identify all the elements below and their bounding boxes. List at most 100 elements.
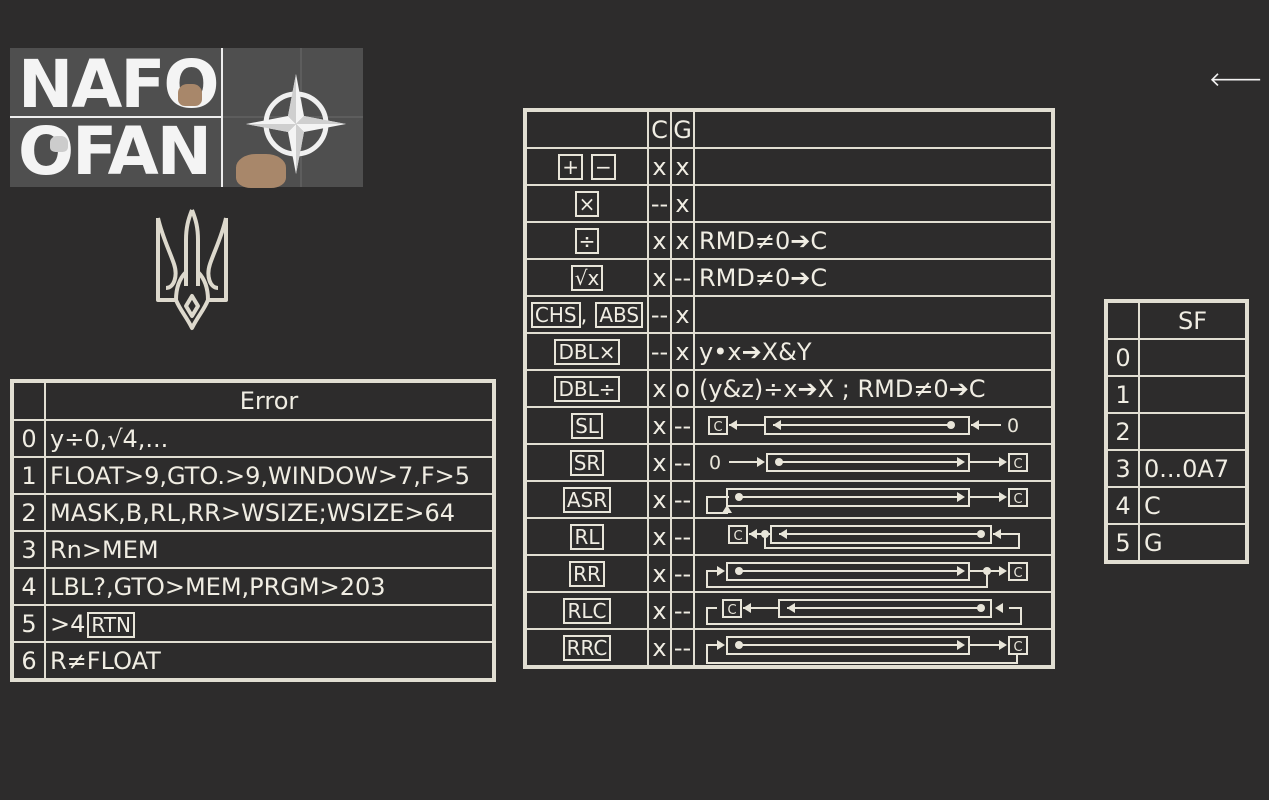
op-key-cell: CHS, ABS — [524, 295, 649, 334]
table-row: 3 Rn>MEM — [11, 530, 495, 569]
carry-flag-label: C — [1013, 566, 1022, 581]
op-note-cell: y•x➔X&Y — [693, 332, 1054, 371]
sf-value — [1138, 375, 1248, 414]
key-label: √x — [570, 264, 604, 291]
key-label: SL — [571, 412, 603, 439]
table-row: SR x -- 0 C — [524, 443, 1054, 482]
error-text: LBL?,GTO>MEM,PRGM>203 — [44, 567, 495, 606]
g-flag-cell: -- — [670, 517, 695, 556]
g-flag-cell: x — [670, 295, 695, 334]
g-flag-cell: x — [670, 184, 695, 223]
op-key-cell: DBL× — [524, 332, 649, 371]
carry-flag-label: C — [727, 603, 736, 618]
g-flag-cell: o — [670, 369, 695, 408]
error-text: y÷0,√4,... — [44, 419, 495, 458]
table-row: 0 — [1105, 338, 1248, 377]
error-index: 4 — [11, 567, 46, 606]
table-row: RRC x -- C — [524, 628, 1054, 668]
error-text: FLOAT>9,GTO.>9,WINDOW>7,F>5 — [44, 456, 495, 495]
nafo-logo: NAFO OFAN — [10, 48, 363, 188]
c-flag-cell: x — [647, 221, 672, 260]
op-note: y•x➔X&Y — [699, 337, 812, 366]
table-row: 5 >4 RTN — [11, 604, 495, 643]
table-row: 1 FLOAT>9,GTO.>9,WINDOW>7,F>5 — [11, 456, 495, 495]
table-row: 6 R≠FLOAT — [11, 641, 495, 681]
op-note: RMD≠0➔C — [699, 226, 828, 255]
sf-value: G — [1138, 523, 1248, 563]
tryzub-icon — [156, 209, 228, 330]
table-row: 2 MASK,B,RL,RR>WSIZE;WSIZE>64 — [11, 493, 495, 532]
table-header-row: C G — [524, 109, 1054, 149]
table-row: RLC x -- C — [524, 591, 1054, 630]
c-flag-cell: -- — [647, 332, 672, 371]
sf-index: 3 — [1105, 449, 1140, 488]
op-note-cell: C — [693, 554, 1054, 593]
key-label: SR — [569, 449, 605, 476]
carry-flag-label: C — [713, 420, 722, 435]
error-index: 2 — [11, 493, 46, 532]
zero-label: 0 — [1007, 415, 1019, 437]
rtn-key: RTN — [87, 611, 136, 638]
op-note-cell: C 0 — [693, 406, 1054, 445]
op-key-cell: × — [524, 184, 649, 223]
table-row: 0 y÷0,√4,... — [11, 419, 495, 458]
table-row: 3 0...0A7 — [1105, 449, 1248, 488]
carry-flag-label: C — [1013, 492, 1022, 507]
c-flag-cell: x — [647, 480, 672, 519]
error-text: R≠FLOAT — [44, 641, 495, 681]
c-flag-cell: x — [647, 628, 672, 668]
sf-value — [1138, 412, 1248, 451]
table-row: √x x -- RMD≠0➔C — [524, 258, 1054, 297]
carry-flag-label: C — [733, 529, 742, 544]
c-flag-cell: x — [647, 406, 672, 445]
asr-shift-diagram: C — [706, 487, 1028, 514]
op-key-cell: RL — [524, 517, 649, 556]
carry-flag-label: C — [1013, 457, 1022, 472]
rl-shift-diagram: C — [728, 524, 1020, 549]
c-flag-cell: x — [647, 147, 672, 186]
key-label: − — [591, 153, 616, 180]
op-note-cell: RMD≠0➔C — [693, 258, 1054, 297]
op-key-cell: DBL÷ — [524, 369, 649, 408]
op-note-cell: (y&z)÷x➔X ; RMD≠0➔C — [693, 369, 1054, 408]
g-flag-cell: -- — [670, 591, 695, 630]
key-label: RR — [569, 560, 605, 587]
key-label: DBL÷ — [554, 375, 620, 402]
sf-header: SF — [1138, 300, 1248, 340]
table-row: × -- x — [524, 184, 1054, 223]
key-label: + — [558, 153, 583, 180]
op-note-cell: 0 C — [693, 443, 1054, 482]
table-row: 1 — [1105, 375, 1248, 414]
table-row: 2 — [1105, 412, 1248, 451]
op-note: (y&z)÷x➔X ; RMD≠0➔C — [699, 374, 986, 403]
column-g-header: G — [670, 109, 695, 149]
sr-shift-diagram: 0 C — [709, 452, 1028, 474]
operations-table: C G + − x x × -- x ÷ x x RMD≠0➔C √x x -- RMD≠0➔C CHS, AB… — [523, 108, 1055, 669]
arrow-left-icon[interactable]: 🡐 — [1209, 66, 1263, 92]
table-row: CHS, ABS -- x — [524, 295, 1054, 334]
c-flag-cell: x — [647, 517, 672, 556]
sf-index: 0 — [1105, 338, 1140, 377]
op-key-cell: RLC — [524, 591, 649, 630]
error-index: 1 — [11, 456, 46, 495]
g-flag-cell: -- — [670, 406, 695, 445]
nato-star-icon — [246, 74, 346, 174]
g-flag-cell: -- — [670, 628, 695, 668]
op-key-cell: + − — [524, 147, 649, 186]
error-index: 6 — [11, 641, 46, 681]
op-note-cell — [693, 295, 1054, 334]
sf-value — [1138, 338, 1248, 377]
c-flag-cell: x — [647, 258, 672, 297]
op-key-cell: RR — [524, 554, 649, 593]
table-row: 4C — [1105, 486, 1248, 525]
c-flag-cell: x — [647, 591, 672, 630]
op-note: RMD≠0➔C — [699, 263, 828, 292]
g-flag-cell: x — [670, 332, 695, 371]
op-key-cell: √x — [524, 258, 649, 297]
sf-index: 5 — [1105, 523, 1140, 563]
key-label: RL — [570, 523, 604, 550]
sl-shift-diagram: C 0 — [708, 415, 1019, 437]
op-note-cell: C — [693, 591, 1054, 630]
sf-index: 1 — [1105, 375, 1140, 414]
carry-flag-label: C — [1013, 640, 1022, 655]
